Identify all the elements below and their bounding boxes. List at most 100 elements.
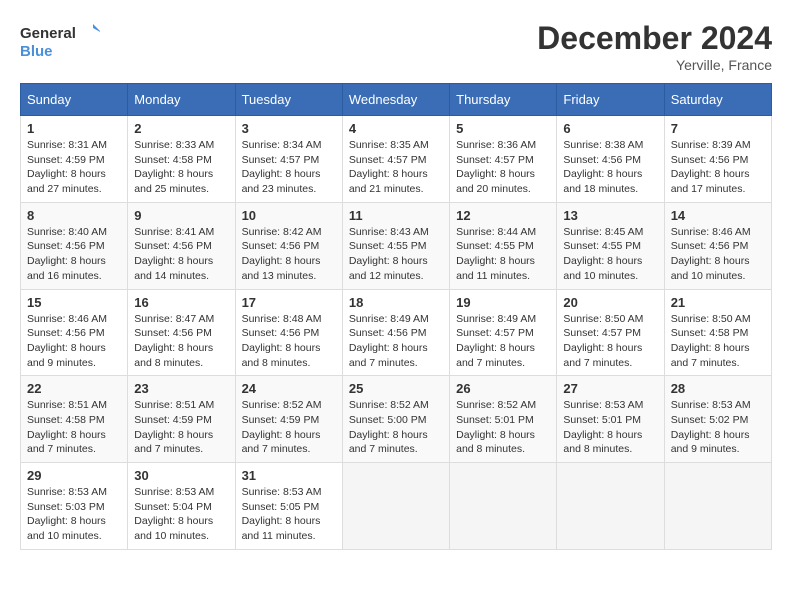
week-row-5: 29 Sunrise: 8:53 AM Sunset: 5:03 PM Dayl… [21,463,772,550]
day-info: Sunrise: 8:43 AM Sunset: 4:55 PM Dayligh… [349,225,443,284]
day-number: 28 [671,381,765,396]
day-info: Sunrise: 8:46 AM Sunset: 4:56 PM Dayligh… [671,225,765,284]
day-info: Sunrise: 8:49 AM Sunset: 4:56 PM Dayligh… [349,312,443,371]
day-info: Sunrise: 8:38 AM Sunset: 4:56 PM Dayligh… [563,138,657,197]
calendar-cell: 21 Sunrise: 8:50 AM Sunset: 4:58 PM Dayl… [664,289,771,376]
day-info: Sunrise: 8:44 AM Sunset: 4:55 PM Dayligh… [456,225,550,284]
calendar-cell: 27 Sunrise: 8:53 AM Sunset: 5:01 PM Dayl… [557,376,664,463]
calendar-cell: 22 Sunrise: 8:51 AM Sunset: 4:58 PM Dayl… [21,376,128,463]
day-info: Sunrise: 8:53 AM Sunset: 5:01 PM Dayligh… [563,398,657,457]
day-number: 31 [242,468,336,483]
day-info: Sunrise: 8:53 AM Sunset: 5:02 PM Dayligh… [671,398,765,457]
day-number: 29 [27,468,121,483]
day-info: Sunrise: 8:36 AM Sunset: 4:57 PM Dayligh… [456,138,550,197]
calendar-cell: 24 Sunrise: 8:52 AM Sunset: 4:59 PM Dayl… [235,376,342,463]
day-info: Sunrise: 8:49 AM Sunset: 4:57 PM Dayligh… [456,312,550,371]
calendar-cell: 18 Sunrise: 8:49 AM Sunset: 4:56 PM Dayl… [342,289,449,376]
calendar-cell [342,463,449,550]
calendar-cell: 17 Sunrise: 8:48 AM Sunset: 4:56 PM Dayl… [235,289,342,376]
day-number: 12 [456,208,550,223]
day-number: 30 [134,468,228,483]
day-info: Sunrise: 8:51 AM Sunset: 4:58 PM Dayligh… [27,398,121,457]
calendar-cell: 28 Sunrise: 8:53 AM Sunset: 5:02 PM Dayl… [664,376,771,463]
day-number: 15 [27,295,121,310]
week-row-4: 22 Sunrise: 8:51 AM Sunset: 4:58 PM Dayl… [21,376,772,463]
page-header: General Blue December 2024 Yerville, Fra… [20,20,772,73]
day-info: Sunrise: 8:45 AM Sunset: 4:55 PM Dayligh… [563,225,657,284]
day-info: Sunrise: 8:52 AM Sunset: 5:01 PM Dayligh… [456,398,550,457]
calendar-cell: 20 Sunrise: 8:50 AM Sunset: 4:57 PM Dayl… [557,289,664,376]
day-info: Sunrise: 8:53 AM Sunset: 5:05 PM Dayligh… [242,485,336,544]
day-number: 19 [456,295,550,310]
calendar-cell [664,463,771,550]
day-number: 26 [456,381,550,396]
svg-text:General: General [20,25,76,42]
calendar-cell: 5 Sunrise: 8:36 AM Sunset: 4:57 PM Dayli… [450,116,557,203]
day-number: 16 [134,295,228,310]
col-header-tuesday: Tuesday [235,84,342,116]
calendar-cell: 6 Sunrise: 8:38 AM Sunset: 4:56 PM Dayli… [557,116,664,203]
calendar-cell [450,463,557,550]
day-info: Sunrise: 8:52 AM Sunset: 5:00 PM Dayligh… [349,398,443,457]
calendar-table: SundayMondayTuesdayWednesdayThursdayFrid… [20,83,772,550]
calendar-cell: 7 Sunrise: 8:39 AM Sunset: 4:56 PM Dayli… [664,116,771,203]
day-info: Sunrise: 8:46 AM Sunset: 4:56 PM Dayligh… [27,312,121,371]
week-row-1: 1 Sunrise: 8:31 AM Sunset: 4:59 PM Dayli… [21,116,772,203]
day-info: Sunrise: 8:53 AM Sunset: 5:03 PM Dayligh… [27,485,121,544]
day-number: 27 [563,381,657,396]
calendar-cell: 30 Sunrise: 8:53 AM Sunset: 5:04 PM Dayl… [128,463,235,550]
day-number: 25 [349,381,443,396]
day-number: 20 [563,295,657,310]
day-number: 18 [349,295,443,310]
week-row-3: 15 Sunrise: 8:46 AM Sunset: 4:56 PM Dayl… [21,289,772,376]
day-number: 9 [134,208,228,223]
day-number: 22 [27,381,121,396]
day-number: 10 [242,208,336,223]
logo: General Blue [20,20,100,65]
day-info: Sunrise: 8:50 AM Sunset: 4:58 PM Dayligh… [671,312,765,371]
col-header-sunday: Sunday [21,84,128,116]
calendar-cell: 15 Sunrise: 8:46 AM Sunset: 4:56 PM Dayl… [21,289,128,376]
calendar-cell: 9 Sunrise: 8:41 AM Sunset: 4:56 PM Dayli… [128,202,235,289]
day-number: 24 [242,381,336,396]
day-info: Sunrise: 8:53 AM Sunset: 5:04 PM Dayligh… [134,485,228,544]
day-number: 6 [563,121,657,136]
title-block: December 2024 Yerville, France [537,20,772,73]
day-number: 3 [242,121,336,136]
col-header-thursday: Thursday [450,84,557,116]
day-info: Sunrise: 8:31 AM Sunset: 4:59 PM Dayligh… [27,138,121,197]
day-number: 4 [349,121,443,136]
calendar-cell [557,463,664,550]
day-info: Sunrise: 8:34 AM Sunset: 4:57 PM Dayligh… [242,138,336,197]
day-number: 2 [134,121,228,136]
location: Yerville, France [537,57,772,73]
calendar-cell: 2 Sunrise: 8:33 AM Sunset: 4:58 PM Dayli… [128,116,235,203]
calendar-cell: 8 Sunrise: 8:40 AM Sunset: 4:56 PM Dayli… [21,202,128,289]
day-number: 17 [242,295,336,310]
col-header-wednesday: Wednesday [342,84,449,116]
calendar-cell: 19 Sunrise: 8:49 AM Sunset: 4:57 PM Dayl… [450,289,557,376]
calendar-cell: 29 Sunrise: 8:53 AM Sunset: 5:03 PM Dayl… [21,463,128,550]
day-number: 23 [134,381,228,396]
day-number: 14 [671,208,765,223]
header-row: SundayMondayTuesdayWednesdayThursdayFrid… [21,84,772,116]
col-header-friday: Friday [557,84,664,116]
day-info: Sunrise: 8:33 AM Sunset: 4:58 PM Dayligh… [134,138,228,197]
calendar-cell: 1 Sunrise: 8:31 AM Sunset: 4:59 PM Dayli… [21,116,128,203]
day-info: Sunrise: 8:50 AM Sunset: 4:57 PM Dayligh… [563,312,657,371]
week-row-2: 8 Sunrise: 8:40 AM Sunset: 4:56 PM Dayli… [21,202,772,289]
day-info: Sunrise: 8:52 AM Sunset: 4:59 PM Dayligh… [242,398,336,457]
calendar-cell: 26 Sunrise: 8:52 AM Sunset: 5:01 PM Dayl… [450,376,557,463]
calendar-cell: 31 Sunrise: 8:53 AM Sunset: 5:05 PM Dayl… [235,463,342,550]
calendar-cell: 11 Sunrise: 8:43 AM Sunset: 4:55 PM Dayl… [342,202,449,289]
calendar-cell: 23 Sunrise: 8:51 AM Sunset: 4:59 PM Dayl… [128,376,235,463]
day-number: 13 [563,208,657,223]
day-number: 8 [27,208,121,223]
calendar-cell: 10 Sunrise: 8:42 AM Sunset: 4:56 PM Dayl… [235,202,342,289]
day-info: Sunrise: 8:51 AM Sunset: 4:59 PM Dayligh… [134,398,228,457]
day-info: Sunrise: 8:47 AM Sunset: 4:56 PM Dayligh… [134,312,228,371]
day-info: Sunrise: 8:40 AM Sunset: 4:56 PM Dayligh… [27,225,121,284]
calendar-cell: 16 Sunrise: 8:47 AM Sunset: 4:56 PM Dayl… [128,289,235,376]
day-number: 1 [27,121,121,136]
day-info: Sunrise: 8:39 AM Sunset: 4:56 PM Dayligh… [671,138,765,197]
